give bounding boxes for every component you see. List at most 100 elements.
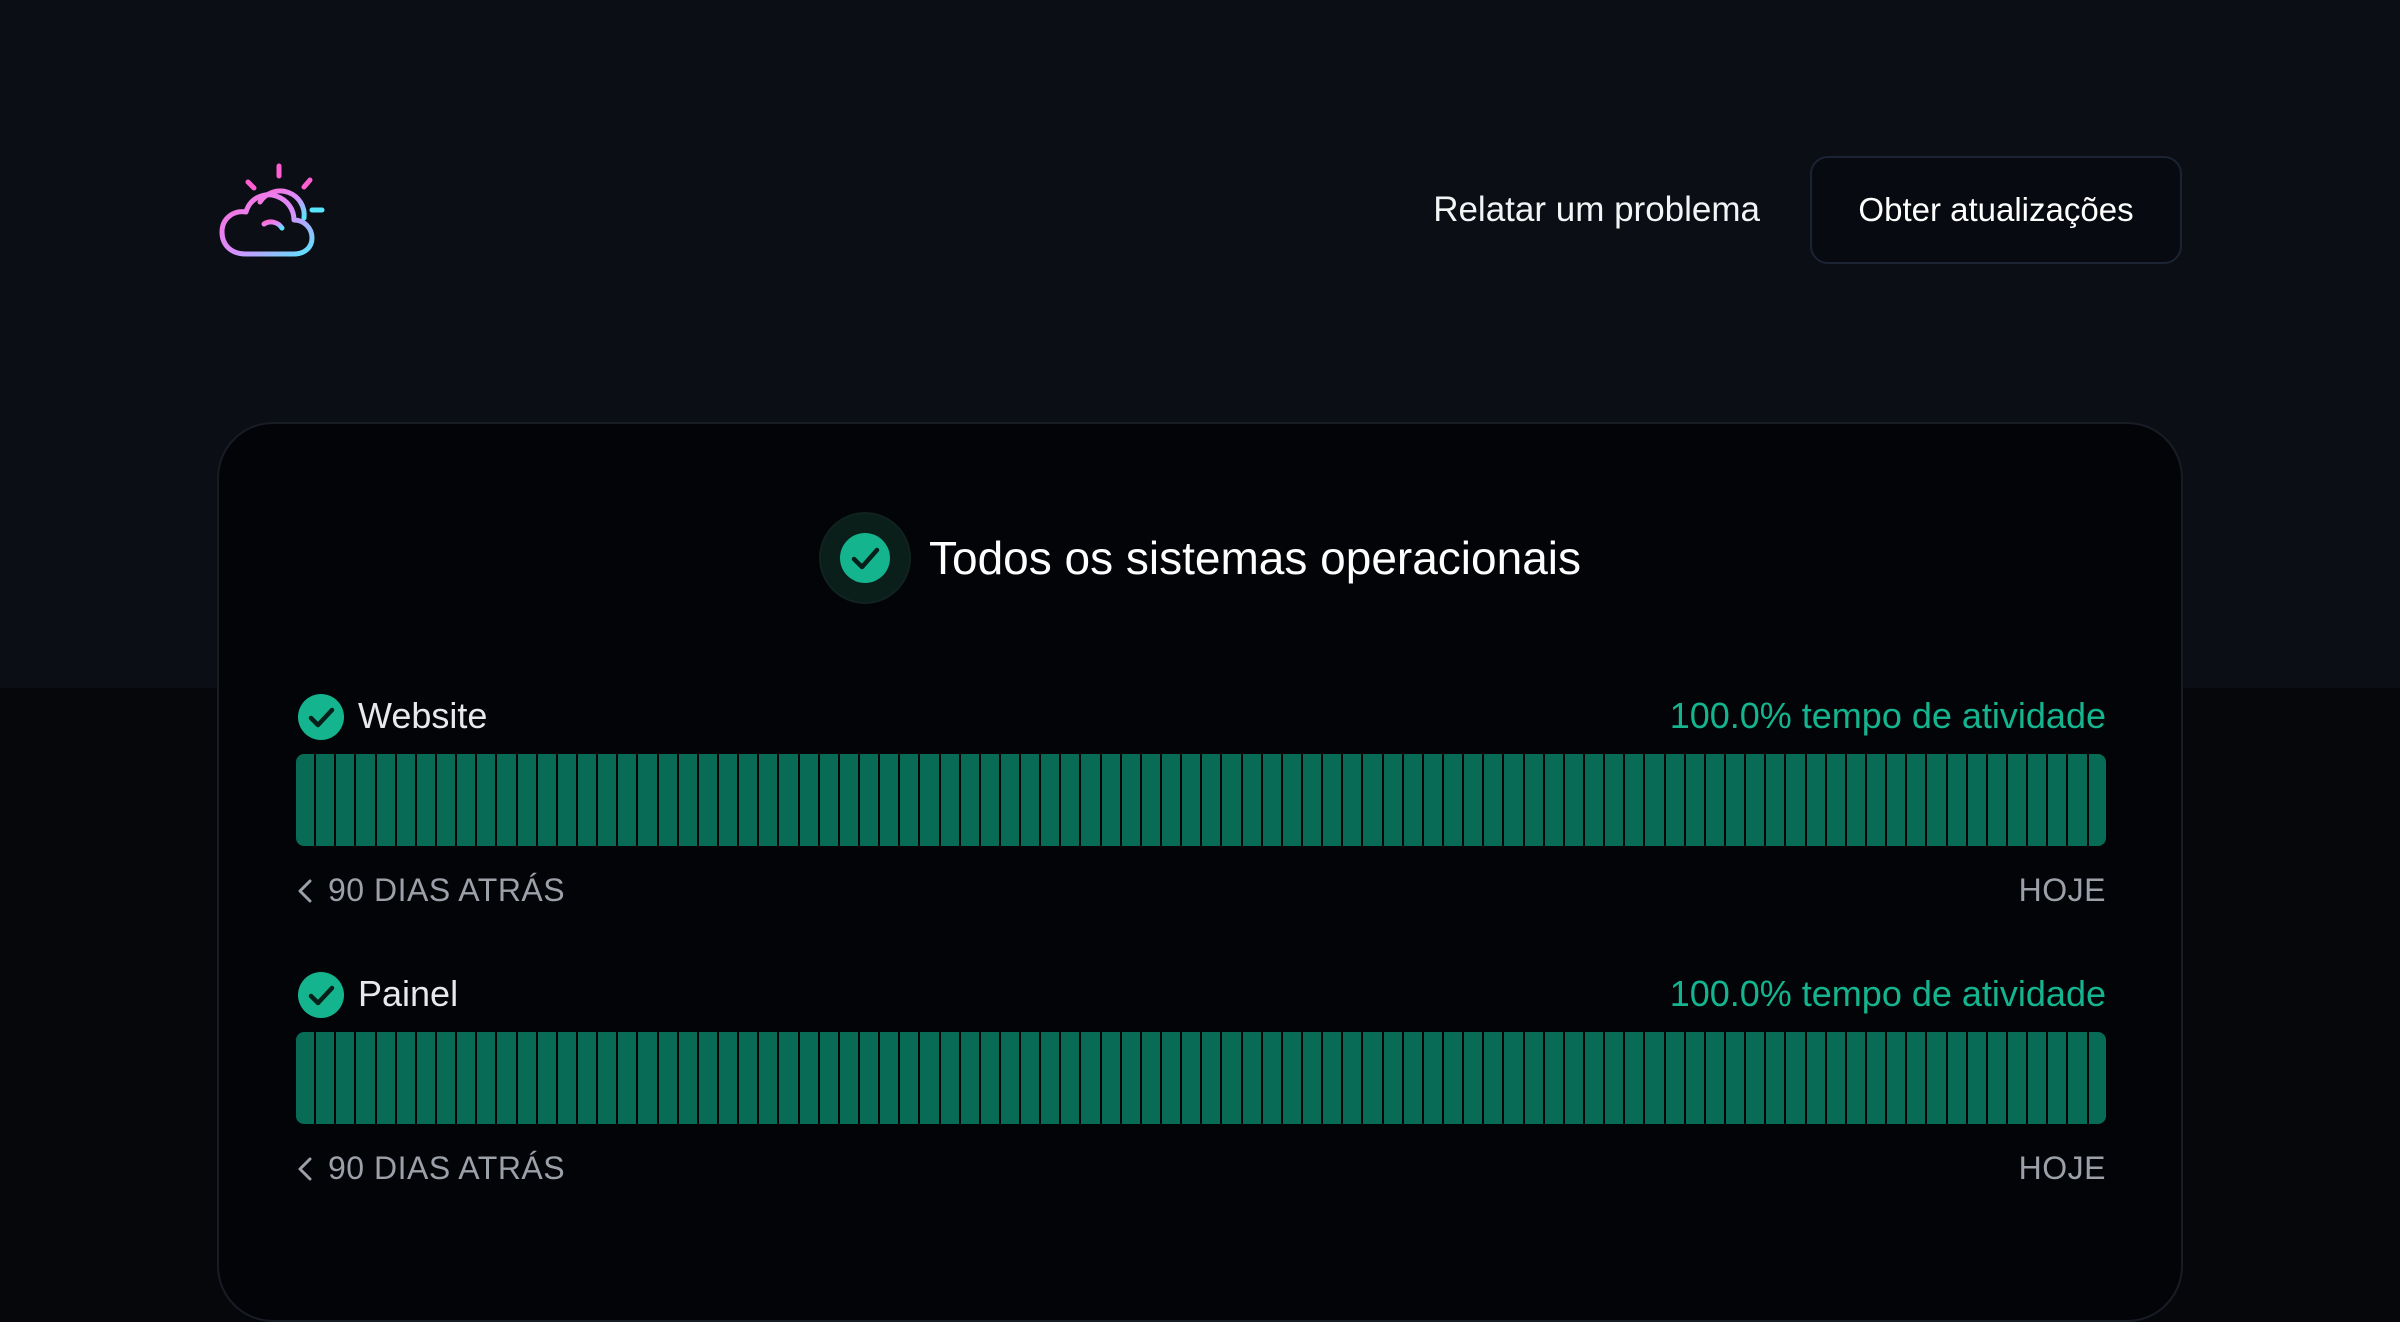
uptime-day-bar[interactable] (1403, 754, 1422, 846)
uptime-day-bar[interactable] (2007, 754, 2027, 846)
uptime-day-bar[interactable] (1101, 1032, 1120, 1124)
uptime-day-bar[interactable] (920, 1032, 939, 1124)
uptime-day-bar[interactable] (1403, 1032, 1422, 1124)
uptime-day-bar[interactable] (1222, 754, 1241, 846)
uptime-day-bar[interactable] (1242, 1032, 1261, 1124)
uptime-day-bar[interactable] (316, 754, 335, 846)
uptime-day-bar[interactable] (1665, 1032, 1684, 1124)
uptime-day-bar[interactable] (698, 754, 717, 846)
uptime-day-bar[interactable] (1021, 754, 1040, 846)
uptime-day-bar[interactable] (1222, 1032, 1241, 1124)
uptime-day-bar[interactable] (618, 1032, 637, 1124)
uptime-day-bar[interactable] (356, 1032, 375, 1124)
uptime-day-bar[interactable] (1061, 754, 1080, 846)
uptime-day-bar[interactable] (1947, 754, 1966, 846)
uptime-day-bar[interactable] (1303, 754, 1322, 846)
uptime-day-bar[interactable] (1121, 754, 1140, 846)
uptime-day-bar[interactable] (1705, 1032, 1724, 1124)
uptime-day-bar[interactable] (1242, 754, 1261, 846)
uptime-day-bar[interactable] (1846, 1032, 1865, 1124)
uptime-day-bar[interactable] (1464, 1032, 1483, 1124)
uptime-day-bar[interactable] (457, 754, 476, 846)
uptime-day-bar[interactable] (296, 1032, 315, 1124)
uptime-day-bar[interactable] (336, 754, 355, 846)
uptime-day-bar[interactable] (1182, 754, 1201, 846)
uptime-day-bar[interactable] (436, 754, 456, 846)
uptime-day-bar[interactable] (859, 754, 879, 846)
uptime-day-bar[interactable] (779, 754, 798, 846)
uptime-day-bar[interactable] (2088, 754, 2106, 846)
uptime-day-bar[interactable] (799, 754, 818, 846)
uptime-day-bar[interactable] (1746, 1032, 1765, 1124)
uptime-day-bar[interactable] (1725, 1032, 1745, 1124)
uptime-day-bar[interactable] (1444, 754, 1463, 846)
uptime-day-bar[interactable] (1806, 754, 1825, 846)
uptime-day-bar[interactable] (980, 754, 999, 846)
uptime-day-bar[interactable] (1423, 1032, 1443, 1124)
uptime-day-bar[interactable] (1685, 1032, 1704, 1124)
uptime-day-bar[interactable] (1826, 1032, 1845, 1124)
get-updates-button[interactable]: Obter atualizações (1810, 156, 2182, 264)
uptime-day-bar[interactable] (497, 1032, 516, 1124)
uptime-day-bar[interactable] (1725, 754, 1745, 846)
uptime-day-bar[interactable] (1645, 1032, 1664, 1124)
uptime-day-bar[interactable] (1967, 1032, 1986, 1124)
uptime-day-bar[interactable] (960, 1032, 979, 1124)
uptime-day-bar[interactable] (537, 754, 556, 846)
uptime-day-bar[interactable] (880, 754, 899, 846)
uptime-day-bar[interactable] (396, 1032, 415, 1124)
uptime-day-bar[interactable] (1363, 1032, 1382, 1124)
uptime-day-bar[interactable] (1564, 1032, 1583, 1124)
uptime-day-bar[interactable] (1605, 754, 1624, 846)
uptime-day-bar[interactable] (2048, 1032, 2067, 1124)
uptime-day-bar[interactable] (537, 1032, 556, 1124)
uptime-day-bar[interactable] (819, 754, 838, 846)
uptime-day-bar[interactable] (638, 1032, 657, 1124)
uptime-day-bar[interactable] (739, 754, 758, 846)
uptime-day-bar[interactable] (759, 1032, 778, 1124)
uptime-day-bar[interactable] (1524, 1032, 1543, 1124)
uptime-day-bar[interactable] (1021, 1032, 1040, 1124)
uptime-day-bar[interactable] (598, 1032, 617, 1124)
uptime-day-bar[interactable] (900, 754, 919, 846)
uptime-day-bar[interactable] (779, 1032, 798, 1124)
uptime-day-bar[interactable] (2088, 1032, 2106, 1124)
uptime-day-bar[interactable] (1141, 754, 1161, 846)
uptime-day-bar[interactable] (960, 754, 979, 846)
uptime-day-bar[interactable] (1061, 1032, 1080, 1124)
uptime-day-bar[interactable] (1000, 1032, 1020, 1124)
uptime-day-bar[interactable] (1202, 1032, 1221, 1124)
uptime-day-bar[interactable] (759, 754, 778, 846)
uptime-day-bar[interactable] (718, 754, 738, 846)
uptime-day-bar[interactable] (1866, 1032, 1886, 1124)
uptime-day-bar[interactable] (2068, 754, 2087, 846)
uptime-day-bar[interactable] (416, 754, 435, 846)
uptime-day-bar[interactable] (1323, 1032, 1342, 1124)
uptime-day-bar[interactable] (1363, 754, 1382, 846)
uptime-day-bar[interactable] (557, 754, 576, 846)
uptime-day-bar[interactable] (839, 754, 858, 846)
uptime-day-bar[interactable] (1162, 1032, 1181, 1124)
uptime-day-bar[interactable] (1887, 754, 1906, 846)
uptime-day-bar[interactable] (1786, 1032, 1805, 1124)
uptime-day-bar[interactable] (1041, 754, 1060, 846)
uptime-day-bar[interactable] (1987, 754, 2006, 846)
uptime-day-bar[interactable] (1947, 1032, 1966, 1124)
uptime-day-bar[interactable] (1464, 754, 1483, 846)
uptime-day-bar[interactable] (1343, 1032, 1362, 1124)
uptime-day-bar[interactable] (1202, 754, 1221, 846)
uptime-day-bar[interactable] (1685, 754, 1704, 846)
uptime-day-bar[interactable] (517, 1032, 536, 1124)
uptime-day-bar[interactable] (1000, 754, 1020, 846)
uptime-day-bar[interactable] (1282, 754, 1302, 846)
uptime-day-bar[interactable] (1826, 754, 1845, 846)
uptime-day-bar[interactable] (1121, 1032, 1140, 1124)
uptime-day-bar[interactable] (1343, 754, 1362, 846)
uptime-day-bar[interactable] (1605, 1032, 1624, 1124)
uptime-day-bar[interactable] (356, 754, 375, 846)
uptime-day-bar[interactable] (577, 1032, 597, 1124)
uptime-day-bar[interactable] (436, 1032, 456, 1124)
uptime-day-bar[interactable] (678, 1032, 697, 1124)
uptime-day-bar[interactable] (396, 754, 415, 846)
uptime-day-bar[interactable] (336, 1032, 355, 1124)
